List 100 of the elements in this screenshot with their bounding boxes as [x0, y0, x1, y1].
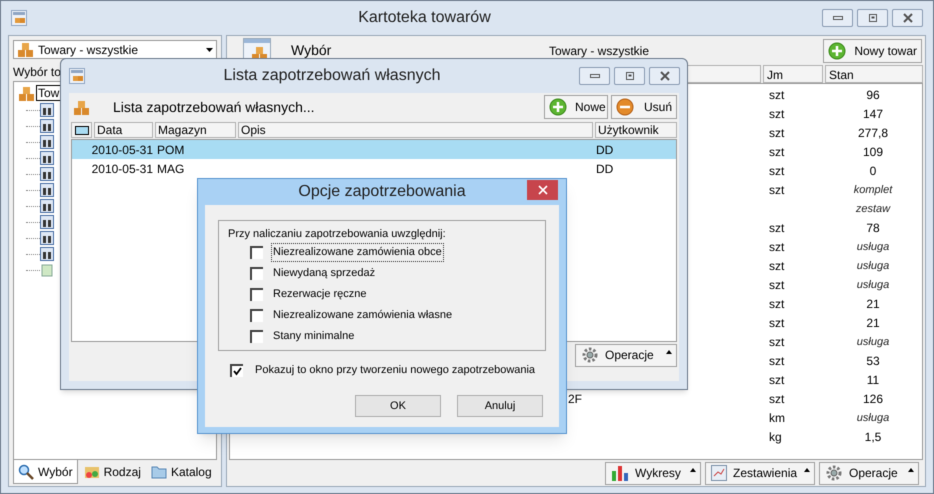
search-icon — [18, 464, 34, 480]
filter-dropdown[interactable]: Towary - wszystkie — [13, 40, 217, 59]
menu-button[interactable]: Wykresy — [605, 462, 701, 484]
maximize-icon — [868, 14, 876, 22]
table-cell: 53 — [866, 354, 880, 368]
table-cell: szt — [769, 164, 784, 178]
delete-button[interactable]: Usuń — [611, 95, 677, 119]
app-icon — [69, 68, 85, 84]
checkbox[interactable] — [250, 246, 263, 259]
select-all-icon — [74, 126, 88, 134]
menu-button[interactable]: Operacje — [819, 462, 919, 484]
table-cell: 21 — [866, 296, 880, 310]
table-cell: szt — [769, 334, 784, 348]
tree-node-icon — [40, 247, 54, 261]
tree-node-icon — [40, 215, 54, 229]
new-button[interactable]: Nowe — [544, 95, 608, 119]
table-cell: 1,5 — [864, 430, 882, 444]
table-cell: 21 — [866, 316, 880, 330]
column-header: Użytkownik — [595, 122, 677, 138]
gear-icon — [825, 464, 843, 482]
table-cell: 147 — [862, 106, 884, 120]
menu-button[interactable]: Zestawienia — [705, 462, 815, 484]
table-cell: szt — [769, 354, 784, 368]
tab[interactable]: Rodzaj — [80, 461, 145, 483]
ok-button[interactable]: OK — [355, 395, 441, 417]
caret-icon — [690, 468, 696, 472]
table-cell: 2F — [568, 392, 582, 406]
group-label: Przy naliczaniu zapotrzebowania uwzględnij: — [228, 227, 447, 242]
menu-button[interactable]: Operacje — [575, 344, 677, 366]
folder-icon — [150, 464, 167, 480]
table-cell: szt — [769, 296, 784, 310]
close-icon — [538, 185, 548, 195]
column-header: Magazyn — [155, 122, 236, 138]
table-cell: 78 — [866, 220, 880, 234]
tree-node-icon — [40, 103, 54, 117]
table-cell: 96 — [866, 88, 880, 102]
panel-label: Wybór to — [13, 64, 61, 81]
tree-node-icon — [40, 135, 54, 149]
tab[interactable]: Wybór — [13, 460, 78, 484]
table-cell: km — [769, 410, 785, 424]
table-cell: 109 — [862, 144, 884, 158]
tree-node-icon — [40, 167, 54, 181]
table-cell: usługa — [856, 241, 890, 254]
plus-icon — [549, 98, 567, 116]
tree-node-icon — [40, 151, 54, 165]
maximize-button[interactable] — [614, 67, 645, 85]
maximize-button[interactable] — [857, 9, 888, 27]
dialog-title: Opcje zapotrzebowania — [298, 182, 466, 202]
option-label: Niezrealizowane zamówienia obce — [271, 243, 444, 262]
app-icon — [11, 10, 27, 26]
table-cell: zestaw — [856, 203, 890, 216]
new-item-button[interactable]: Nowy towar — [823, 38, 922, 62]
minimize-button[interactable] — [579, 67, 610, 85]
close-button[interactable] — [649, 67, 680, 85]
table-cell: szt — [769, 106, 784, 120]
checkbox[interactable] — [250, 309, 263, 322]
table-cell: usługa — [856, 279, 890, 292]
plus-icon — [828, 42, 846, 60]
gear-icon — [581, 346, 599, 364]
close-button[interactable] — [892, 9, 923, 27]
table-cell: szt — [769, 240, 784, 254]
panel-title: Wybór — [290, 41, 332, 60]
caret-icon — [666, 350, 672, 354]
table-cell: 11 — [866, 372, 880, 386]
option-label: Pokazuj to okno przy tworzeniu nowego zapotrzebowania — [255, 362, 536, 378]
option-label: Niezrealizowane zamówienia własne — [272, 308, 454, 324]
close-button[interactable] — [527, 180, 558, 200]
minimize-icon — [832, 16, 842, 20]
column-header: Opis — [238, 122, 593, 138]
tab[interactable]: Katalog — [146, 461, 216, 483]
table-cell: szt — [769, 220, 784, 234]
table-cell: szt — [769, 258, 784, 272]
table-cell: szt — [769, 144, 784, 158]
option-label: Stany minimalne — [272, 329, 356, 344]
table-cell: szt — [769, 88, 784, 102]
minimize-button[interactable] — [822, 9, 853, 27]
checkbox[interactable] — [250, 267, 263, 280]
table-cell: szt — [769, 392, 784, 406]
cancel-button[interactable]: Anuluj — [457, 395, 543, 417]
table-cell: usługa — [856, 412, 890, 424]
table-cell: szt — [769, 278, 784, 292]
checkbox[interactable] — [250, 288, 263, 301]
table-cell: usługa — [856, 260, 890, 272]
table-cell: szt — [769, 316, 784, 330]
table-cell: usługa — [856, 336, 890, 348]
table-cell: szt — [769, 182, 784, 196]
colored-folder-icon — [84, 464, 100, 480]
close-icon — [660, 71, 670, 81]
list-row[interactable]: 2010-05-31 POM DD — [72, 140, 676, 159]
filter-caption: Towary - wszystkie — [549, 42, 650, 60]
checkbox[interactable] — [230, 364, 243, 376]
table-cell: 0 — [870, 164, 876, 178]
checkbox[interactable] — [250, 330, 263, 343]
tree-node-icon — [40, 199, 54, 213]
table-cell: 126 — [862, 392, 884, 406]
list-row[interactable]: 2010-05-31 MAG DD — [72, 159, 676, 178]
tree-node-icon — [40, 119, 54, 133]
column-header: Jm — [763, 65, 823, 83]
table-cell: kg — [769, 430, 782, 444]
minus-icon — [616, 98, 634, 116]
